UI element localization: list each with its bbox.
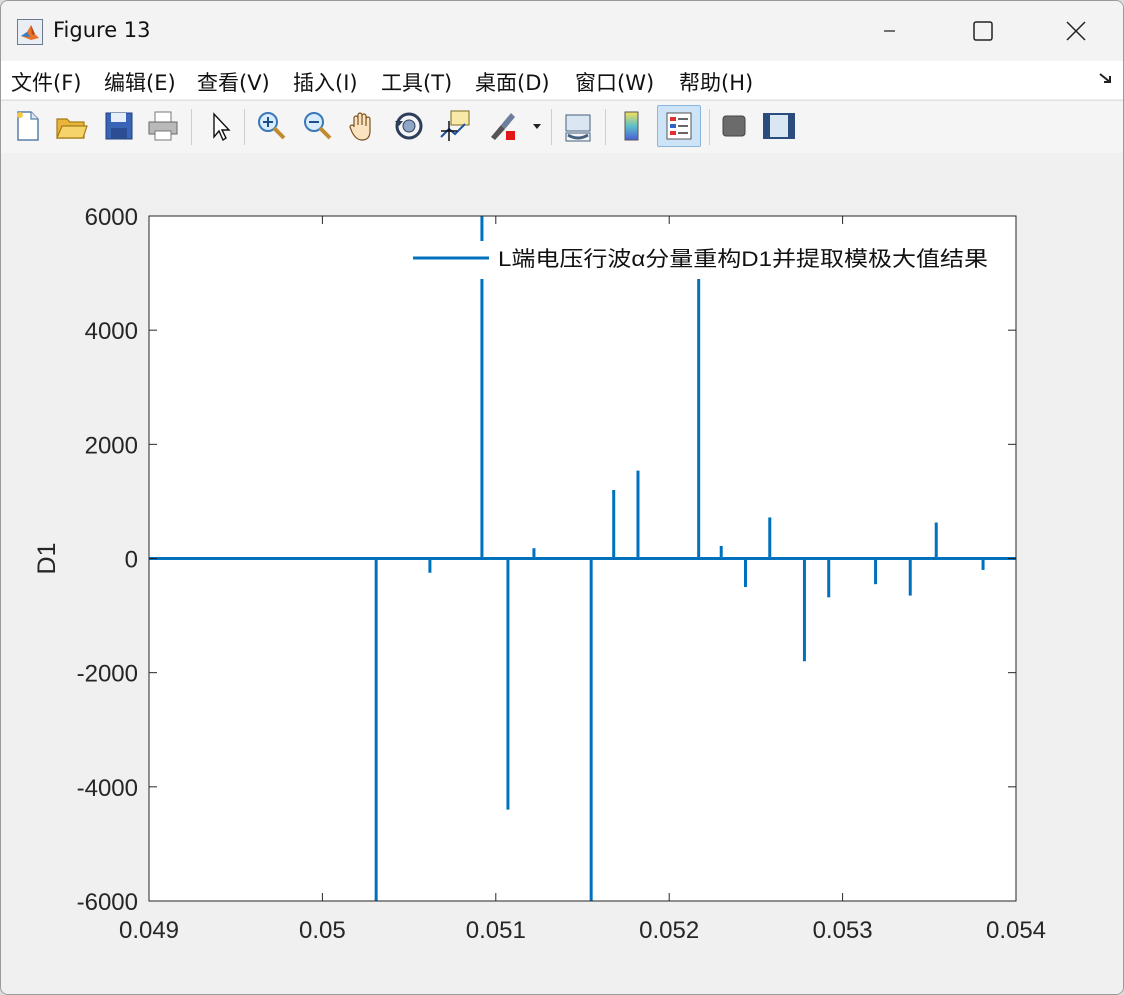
print-icon[interactable] xyxy=(145,107,181,145)
chevron-down-icon[interactable] xyxy=(529,107,545,145)
figure-toolbar xyxy=(1,100,1123,154)
y-tick-label: 6000 xyxy=(85,204,138,231)
save-icon[interactable] xyxy=(101,107,137,145)
minimize-icon xyxy=(884,30,895,32)
menu-edit[interactable]: 编辑(E) xyxy=(104,67,176,97)
maximize-icon xyxy=(973,21,993,41)
menu-tools[interactable]: 工具(T) xyxy=(381,67,452,97)
y-tick-label: 2000 xyxy=(85,432,138,459)
toolbar-separator xyxy=(191,109,192,145)
show-plot-tools-icon[interactable] xyxy=(761,107,797,145)
menu-desktop[interactable]: 桌面(D) xyxy=(475,67,550,97)
toolbar-separator xyxy=(244,109,245,145)
y-tick-label: -2000 xyxy=(77,661,138,688)
legend[interactable]: L端电压行波α分量重构D1并提取模极大值结果 xyxy=(401,241,997,279)
window-title: Figure 13 xyxy=(53,18,151,42)
title-bar[interactable]: Figure 13 xyxy=(1,1,1123,61)
brush-icon[interactable] xyxy=(485,107,521,145)
toolbar-separator xyxy=(709,109,710,145)
menu-help[interactable]: 帮助(H) xyxy=(679,67,753,97)
menu-bar: 文件(F) 编辑(E) 查看(V) 插入(I) 工具(T) 桌面(D) 窗口(W… xyxy=(1,61,1123,99)
open-icon[interactable] xyxy=(53,107,89,145)
dock-arrow-icon[interactable] xyxy=(1097,69,1115,87)
link-plot-icon[interactable] xyxy=(560,107,596,145)
x-tick-label: 0.053 xyxy=(813,917,873,944)
toolbar-separator xyxy=(551,109,552,145)
legend-entry: L端电压行波α分量重构D1并提取模极大值结果 xyxy=(498,248,988,271)
menu-insert[interactable]: 插入(I) xyxy=(293,67,358,97)
figure-canvas: 0.049 0.05 0.051 0.052 0.053 0.054 -6000 -4000… xyxy=(1,153,1123,994)
toolbar-separator xyxy=(605,109,606,145)
zoom-in-icon[interactable] xyxy=(253,107,289,145)
x-tick-label: 0.049 xyxy=(119,917,179,944)
data-cursor-icon[interactable] xyxy=(437,107,473,145)
maximize-button[interactable] xyxy=(937,1,1031,61)
minimize-button[interactable] xyxy=(843,1,937,61)
rotate-3d-icon[interactable] xyxy=(391,107,427,145)
new-figure-icon[interactable] xyxy=(9,107,45,145)
zoom-out-icon[interactable] xyxy=(299,107,335,145)
hide-plot-tools-icon[interactable] xyxy=(716,107,752,145)
close-button[interactable] xyxy=(1031,1,1123,61)
pan-hand-icon[interactable] xyxy=(345,107,381,145)
y-tick-label: 4000 xyxy=(85,318,138,345)
menu-window[interactable]: 窗口(W) xyxy=(575,67,654,97)
x-tick-label: 0.051 xyxy=(466,917,526,944)
y-axis-label: D1 xyxy=(33,543,61,575)
menu-file[interactable]: 文件(F) xyxy=(11,67,81,97)
menu-view[interactable]: 查看(V) xyxy=(197,67,270,97)
chart-svg: 0.049 0.05 0.051 0.052 0.053 0.054 -6000 -4000… xyxy=(33,204,1046,944)
y-tick-label: 0 xyxy=(125,547,138,574)
colorbar-icon[interactable] xyxy=(613,107,649,145)
y-tick-label: -4000 xyxy=(77,775,138,802)
y-tick-label: -6000 xyxy=(77,889,138,916)
matlab-icon xyxy=(17,19,43,45)
edit-plot-arrow-icon[interactable] xyxy=(201,107,237,145)
close-icon xyxy=(1066,21,1086,41)
figure-window: Figure 13 文件(F) 编辑(E) 查看(V) 插入(I) 工具(T) … xyxy=(0,0,1124,995)
legend-icon[interactable] xyxy=(657,105,701,147)
x-tick-label: 0.052 xyxy=(639,917,699,944)
x-tick-label: 0.05 xyxy=(299,917,346,944)
x-tick-label: 0.054 xyxy=(986,917,1046,944)
